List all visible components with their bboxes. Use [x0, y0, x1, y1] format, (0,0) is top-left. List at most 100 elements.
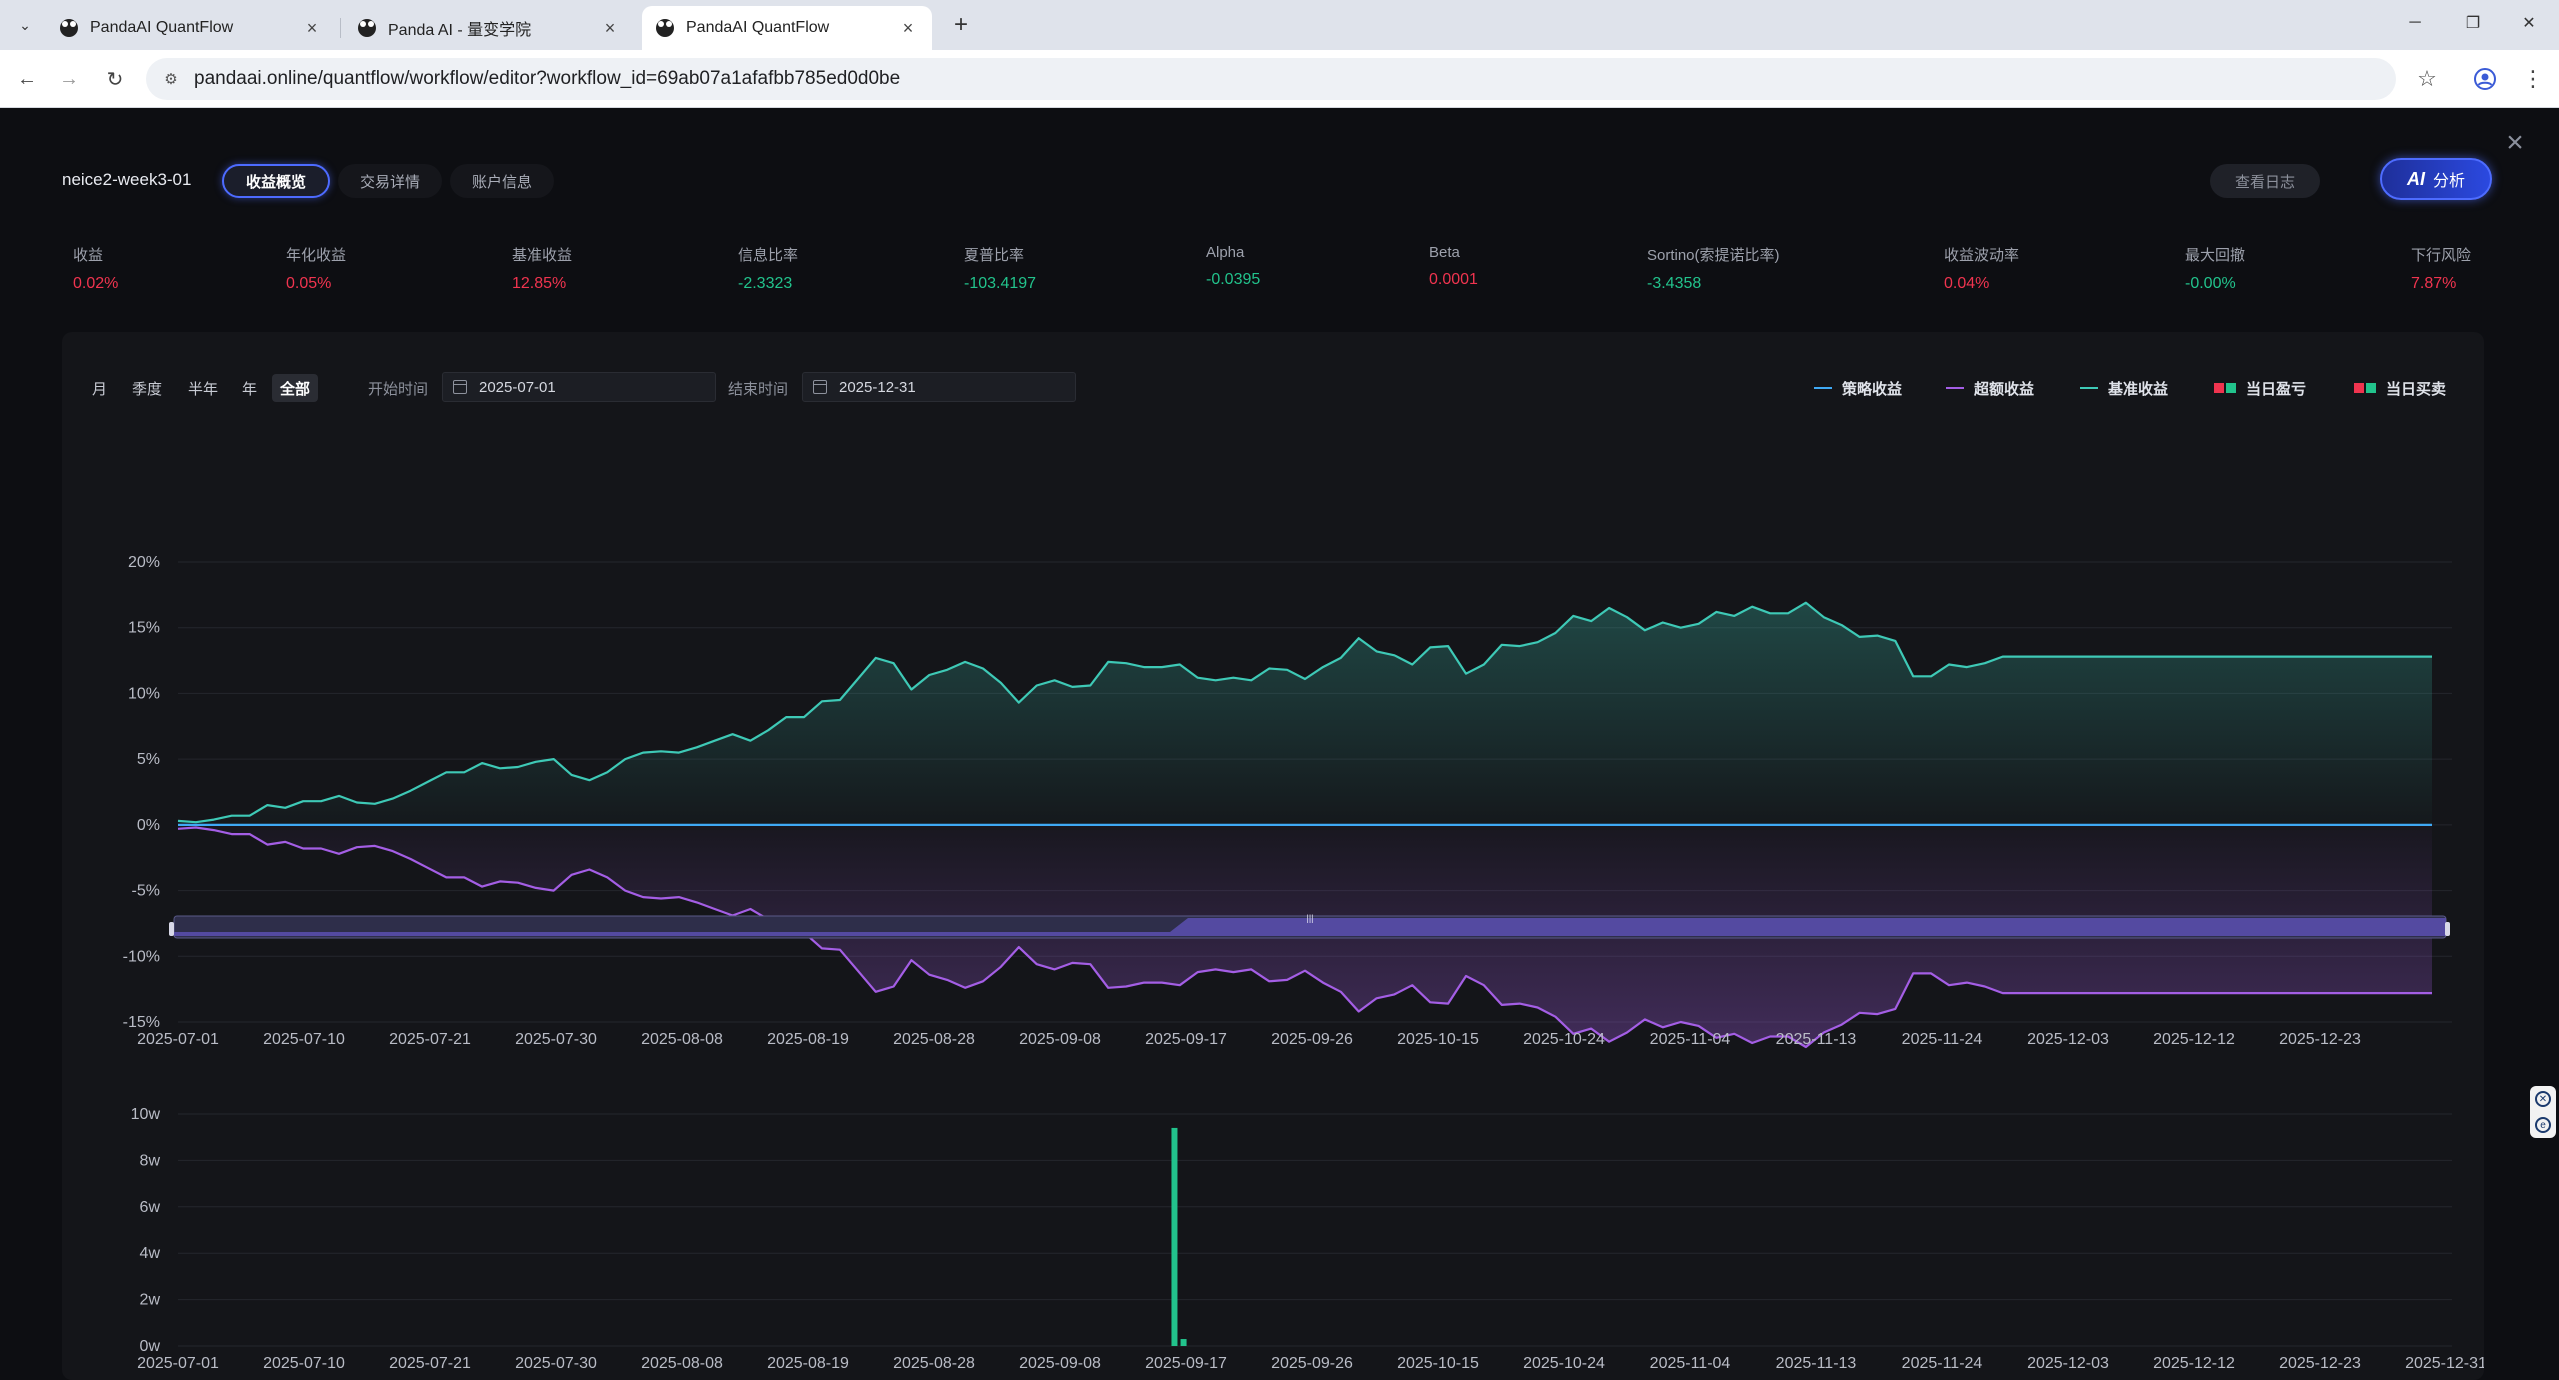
metric-value: -0.0395 [1206, 271, 1261, 288]
close-tab-icon[interactable]: × [302, 18, 322, 38]
new-tab-plus-icon[interactable]: + [946, 10, 976, 40]
browser-tab-1[interactable]: PandaAI QuantFlow × [46, 6, 336, 50]
line-chart-y-tick-label: -10% [123, 948, 160, 965]
metric-value: 0.0001 [1429, 271, 1478, 288]
assistant-circle-icon[interactable]: e [2535, 1117, 2551, 1133]
bar-chart-y-tick-label: 2w [140, 1292, 161, 1309]
metrics-row: 收益 0.02% 年化收益 0.05% 基准收益 12.85% 信息比率 -2.… [0, 244, 2559, 304]
line-chart-y-tick-label: -5% [132, 883, 160, 900]
daily-trade-bar [1171, 1127, 1178, 1346]
bar-chart-x-tick-label: 2025-11-13 [1776, 1355, 1857, 1372]
bar-chart-x-tick-label: 2025-08-19 [767, 1355, 849, 1372]
metric-value: 12.85% [512, 275, 567, 292]
browser-tab-3-active[interactable]: PandaAI QuantFlow × [642, 6, 932, 50]
zoom-slider-right-handle[interactable] [2445, 922, 2450, 936]
metric-benchmark-return: 基准收益 12.85% [512, 244, 572, 293]
bar-chart-x-tick-label: 2025-09-08 [1019, 1355, 1101, 1372]
bar-chart-gridlines [178, 1113, 2452, 1347]
line-chart-x-tick-label: 2025-09-17 [1145, 1031, 1227, 1048]
bar-chart-y-tick-label: 0w [140, 1338, 161, 1355]
bar-chart-x-tick-label: 2025-07-21 [389, 1355, 471, 1372]
line-chart-x-tick-label: 2025-10-15 [1397, 1031, 1479, 1048]
metric-value: 0.02% [73, 275, 119, 292]
close-tab-icon[interactable]: × [600, 18, 620, 38]
bar-chart-x-tick-label: 2025-09-17 [1145, 1355, 1227, 1372]
metric-beta: Beta 0.0001 [1429, 244, 1478, 289]
line-chart-x-tick-label: 2025-09-08 [1019, 1031, 1101, 1048]
line-chart-x-tick-label: 2025-07-01 [137, 1031, 219, 1048]
bar-chart-x-tick-label: 2025-12-03 [2027, 1355, 2109, 1372]
bar-chart-x-tick-label: 2025-10-15 [1397, 1355, 1479, 1372]
metric-volatility: 收益波动率 0.04% [1944, 244, 2019, 293]
tab-trade-details[interactable]: 交易详情 [338, 164, 443, 198]
metric-return: 收益 0.02% [73, 244, 118, 293]
metric-label: Beta [1429, 244, 1460, 261]
tab-search-chevron-icon[interactable]: ⌄ [12, 12, 38, 38]
browser-tab-title: Panda AI - 量变学院 [388, 22, 532, 39]
charts-svg: 20%15%10%5%0%-5%-10%-15%2025-07-01 2025-0… [123, 554, 2484, 1372]
benchmark-return-area [178, 602, 2432, 825]
url-text: pandaai.online/quantflow/workflow/editor… [194, 68, 901, 89]
metric-value: -0.00% [2185, 275, 2236, 292]
line-chart-y-tick-label: 15% [128, 620, 160, 637]
zoom-slider-grip[interactable]: ||| [1306, 913, 1313, 923]
metric-downside-risk: 下行风险 7.87% [2411, 244, 2471, 293]
bar-chart-axes: 10w 8w 6w 4w 2w 0w2025-07-01 2025-07-10 2025-07… [131, 1106, 2484, 1372]
tab-return-overview[interactable]: 收益概览 [222, 164, 331, 198]
metric-label: 收益波动率 [1944, 247, 2020, 264]
metric-value: 0.05% [286, 275, 332, 292]
line-chart-x-tick-label: 2025-08-08 [641, 1031, 723, 1048]
close-window-icon[interactable]: ✕ [2512, 8, 2546, 38]
browser-menu-icon[interactable]: ⋮ [2518, 64, 2548, 94]
metric-label: 信息比率 [738, 247, 799, 264]
bar-chart-x-tick-label: 2025-07-10 [263, 1355, 345, 1372]
panda-favicon-icon [358, 19, 376, 37]
ai-icon: AI [2406, 168, 2425, 189]
close-modal-icon[interactable]: × [2500, 126, 2530, 159]
profile-avatar-icon[interactable] [2470, 64, 2500, 94]
close-circle-icon[interactable]: ✕ [2535, 1091, 2551, 1107]
line-chart-x-tick-label: 2025-12-23 [2279, 1031, 2361, 1048]
bookmark-star-icon[interactable]: ☆ [2412, 64, 2442, 94]
bar-chart-x-tick-label: 2025-10-24 [1523, 1355, 1605, 1372]
url-field[interactable]: ⚙ pandaai.online/quantflow/workflow/edit… [146, 58, 2396, 100]
panda-favicon-icon [60, 19, 78, 37]
metric-sharpe-ratio: 夏普比率 -103.4197 [964, 244, 1036, 293]
line-chart-x-tick-label: 2025-11-04 [1650, 1031, 1731, 1048]
line-chart-x-tick-label: 2025-12-03 [2027, 1031, 2109, 1048]
reload-icon[interactable]: ↻ [100, 64, 130, 94]
browser-tab-bar: ⌄ PandaAI QuantFlow × Panda AI - 量变学院 × … [0, 0, 2559, 50]
result-tabs: 收益概览 交易详情 账户信息 [222, 164, 555, 198]
daily-trade-bar [1180, 1339, 1187, 1346]
browser-tab-title: PandaAI QuantFlow [686, 19, 830, 36]
close-tab-icon[interactable]: × [898, 18, 918, 38]
line-chart-x-tick-label: 2025-08-28 [893, 1031, 975, 1048]
line-chart-x-tick-label: 2025-08-19 [767, 1031, 849, 1048]
strategy-name: neice2-week3-01 [62, 170, 192, 189]
back-arrow-icon[interactable]: ← [12, 64, 42, 94]
ai-analysis-button[interactable]: AI 分析 [2380, 158, 2492, 200]
browser-tab-2[interactable]: Panda AI - 量变学院 × [344, 6, 634, 50]
site-settings-icon[interactable]: ⚙ [160, 68, 182, 90]
line-chart-y-tick-label: 10% [128, 685, 160, 702]
view-log-button[interactable]: 查看日志 [2210, 164, 2320, 198]
minimize-window-icon[interactable]: ─ [2398, 8, 2432, 38]
bar-chart-x-tick-label: 2025-08-08 [641, 1355, 723, 1372]
bar-chart-x-tick-label: 2025-12-31 [2405, 1355, 2484, 1372]
chart-panel: 月 季度 半年 年 全部 开始时间 2025-07-01 结束时间 2025-1… [62, 332, 2484, 1380]
metric-information-ratio: 信息比率 -2.3323 [738, 244, 798, 293]
tab-account-info[interactable]: 账户信息 [450, 164, 555, 198]
metric-value: -3.4358 [1647, 275, 1702, 292]
line-chart-x-tick-label: 2025-07-30 [515, 1031, 597, 1048]
restore-window-icon[interactable]: ❐ [2456, 8, 2490, 38]
floating-side-widget[interactable]: ✕ e [2530, 1086, 2556, 1138]
browser-address-bar: ← → ↻ ⚙ pandaai.online/quantflow/workflo… [0, 50, 2559, 108]
forward-arrow-icon[interactable]: → [54, 64, 84, 94]
bar-chart-x-tick-label: 2025-11-24 [1902, 1355, 1983, 1372]
ai-analysis-label: 分析 [2432, 173, 2465, 190]
bar-chart-x-tick-label: 2025-12-12 [2153, 1355, 2235, 1372]
zoom-slider-left-handle[interactable] [169, 922, 174, 936]
line-chart-y-tick-label: 5% [137, 751, 160, 768]
metric-label: 最大回撤 [2185, 247, 2246, 264]
metric-label: 下行风险 [2411, 247, 2472, 264]
